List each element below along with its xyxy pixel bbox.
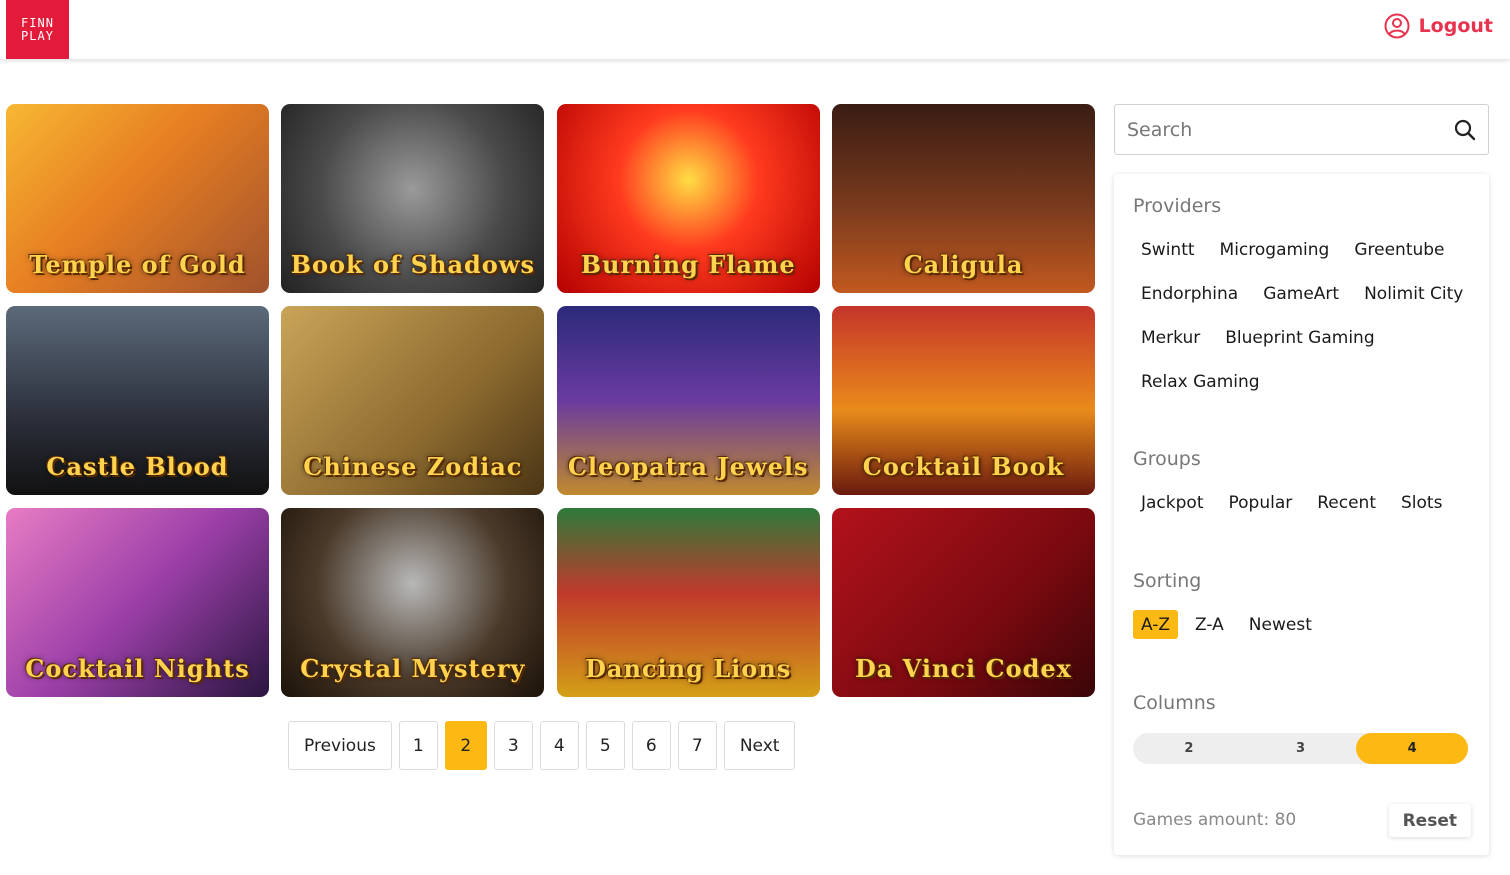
providers-title: Providers: [1133, 195, 1222, 217]
game-title: Caligula: [903, 250, 1024, 279]
columns-option[interactable]: 4: [1356, 733, 1469, 764]
provider-chip[interactable]: Relax Gaming: [1133, 367, 1268, 396]
groups-title: Groups: [1133, 448, 1201, 470]
game-tile[interactable]: Castle Blood: [6, 306, 269, 495]
columns-toggle: 234: [1133, 733, 1469, 764]
columns-option[interactable]: 2: [1133, 733, 1245, 764]
group-chip[interactable]: Jackpot: [1133, 488, 1211, 517]
provider-chip[interactable]: Endorphina: [1133, 279, 1246, 308]
group-chip[interactable]: Recent: [1309, 488, 1384, 517]
game-tile[interactable]: Cleopatra Jewels: [556, 306, 820, 495]
providers-list: Swintt Microgaming Greentube Endorphina Game…: [1133, 235, 1473, 396]
game-title: Da Vinci Codex: [854, 654, 1072, 683]
game-title: Book of Shadows: [290, 250, 535, 279]
sorting-list: A-Z Z-A Newest: [1133, 610, 1473, 639]
columns-title: Columns: [1133, 692, 1216, 714]
game-tile[interactable]: Temple of Gold: [6, 104, 269, 293]
group-chip[interactable]: Slots: [1393, 488, 1450, 517]
page-button[interactable]: 3: [493, 721, 533, 770]
filter-panel: Providers Swintt Microgaming Greentube Endo…: [1114, 174, 1489, 855]
page-button[interactable]: 1: [398, 721, 438, 770]
game-title: Burning Flame: [580, 250, 796, 279]
game-tile[interactable]: Crystal Mystery: [281, 508, 545, 697]
search-box: [1114, 104, 1489, 155]
game-tile[interactable]: Dancing Lions: [556, 508, 820, 697]
game-title: Cleopatra Jewels: [567, 452, 809, 481]
provider-chip[interactable]: Microgaming: [1212, 235, 1338, 264]
games-amount: Games amount: 80: [1133, 810, 1297, 830]
page-button[interactable]: 6: [631, 721, 671, 770]
provider-chip[interactable]: Merkur: [1133, 323, 1208, 352]
game-title: Cocktail Nights: [25, 654, 250, 683]
logout-button[interactable]: Logout: [1384, 13, 1493, 39]
finnplay-logo[interactable]: FINN PLAY: [6, 0, 69, 59]
provider-chip[interactable]: Swintt: [1133, 235, 1203, 264]
logout-label: Logout: [1418, 15, 1493, 37]
search-icon[interactable]: [1454, 119, 1476, 141]
logo-line-2: PLAY: [21, 28, 54, 43]
game-tile[interactable]: Book of Shadows: [281, 104, 545, 293]
pagination: Previous 1 2 3 4 5 6 7 Next: [288, 721, 796, 770]
page-button[interactable]: 2: [444, 721, 487, 770]
previous-page-button[interactable]: Previous: [288, 721, 392, 770]
logo-line-1: FINN: [21, 15, 54, 30]
sorting-option[interactable]: A-Z: [1133, 610, 1179, 639]
sorting-title: Sorting: [1133, 570, 1202, 592]
game-tile[interactable]: Caligula: [831, 104, 1095, 293]
reset-button[interactable]: Reset: [1388, 804, 1471, 837]
provider-chip[interactable]: Greentube: [1346, 235, 1452, 264]
game-tile[interactable]: Cocktail Nights: [6, 508, 269, 697]
groups-list: Jackpot Popular Recent Slots: [1133, 488, 1473, 517]
game-title: Castle Blood: [46, 452, 229, 481]
provider-chip[interactable]: GameArt: [1255, 279, 1347, 308]
sorting-option[interactable]: Z-A: [1187, 610, 1232, 639]
next-page-button[interactable]: Next: [723, 721, 796, 770]
game-tile[interactable]: Da Vinci Codex: [831, 508, 1095, 697]
game-title: Chinese Zodiac: [303, 452, 523, 481]
top-header: FINN PLAY Logout: [0, 0, 1510, 59]
game-title: Crystal Mystery: [300, 654, 526, 683]
game-title: Cocktail Book: [862, 452, 1065, 481]
search-input[interactable]: [1127, 118, 1454, 141]
game-grid: Temple of Gold Book of Shadows Burning Fla…: [6, 104, 1095, 697]
group-chip[interactable]: Popular: [1220, 488, 1300, 517]
user-circle-icon: [1384, 13, 1410, 39]
game-tile[interactable]: Chinese Zodiac: [281, 306, 545, 495]
columns-option[interactable]: 3: [1245, 733, 1357, 764]
sorting-option[interactable]: Newest: [1241, 610, 1320, 639]
page-button[interactable]: 5: [585, 721, 625, 770]
game-tile[interactable]: Cocktail Book: [831, 306, 1095, 495]
game-tile[interactable]: Burning Flame: [556, 104, 820, 293]
page-button[interactable]: 7: [677, 721, 717, 770]
provider-chip[interactable]: Nolimit City: [1356, 279, 1471, 308]
provider-chip[interactable]: Blueprint Gaming: [1217, 323, 1382, 352]
page-button[interactable]: 4: [539, 721, 579, 770]
game-title: Dancing Lions: [585, 654, 792, 683]
game-title: Temple of Gold: [29, 250, 246, 279]
